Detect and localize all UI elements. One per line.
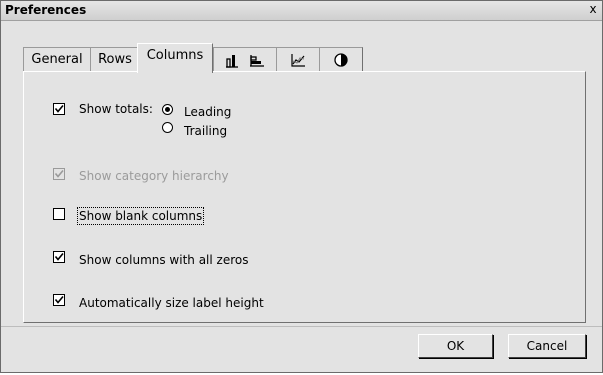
trailing-label: Trailing <box>184 124 228 138</box>
tab-line-chart[interactable] <box>276 47 319 71</box>
tab-general-label: General <box>31 52 83 67</box>
tab-pie-chart[interactable] <box>319 47 363 71</box>
window-title: Preferences <box>5 3 87 17</box>
divider <box>1 326 602 327</box>
show-totals-checkbox[interactable] <box>53 103 65 115</box>
tab-general[interactable]: General <box>23 47 90 71</box>
auto-size-checkbox[interactable] <box>53 294 65 306</box>
title-bar[interactable]: Preferences x <box>1 1 602 21</box>
category-hierarchy-label: Show category hierarchy <box>79 169 229 183</box>
trailing-radio[interactable] <box>162 122 173 133</box>
category-hierarchy-checkbox[interactable] <box>53 168 65 180</box>
pie-chart-icon <box>333 52 349 68</box>
bar-chart-vertical-icon <box>225 52 241 68</box>
blank-columns-label: Show blank columns <box>76 207 205 225</box>
auto-size-label: Automatically size label height <box>79 296 264 310</box>
tab-rows[interactable]: Rows <box>90 47 139 71</box>
cancel-button-label: Cancel <box>526 339 568 353</box>
tab-bar-charts[interactable] <box>213 47 276 71</box>
close-icon[interactable]: x <box>587 2 599 16</box>
all-zeros-label: Show columns with all zeros <box>79 253 249 267</box>
tab-rows-label: Rows <box>98 52 132 67</box>
ok-button-label: OK <box>446 339 465 353</box>
cancel-button[interactable]: Cancel <box>508 334 586 358</box>
blank-columns-checkbox[interactable] <box>53 208 65 220</box>
bar-chart-horizontal-icon <box>249 52 265 68</box>
leading-label: Leading <box>184 105 232 119</box>
tab-columns[interactable]: Columns <box>137 43 213 73</box>
line-chart-icon <box>290 52 306 68</box>
show-totals-label: Show totals: <box>79 102 153 116</box>
preferences-dialog: Preferences x General Rows Columns Show … <box>0 0 603 373</box>
all-zeros-checkbox[interactable] <box>53 251 65 263</box>
ok-button[interactable]: OK <box>418 334 493 358</box>
leading-radio[interactable] <box>162 104 173 115</box>
tab-columns-label: Columns <box>146 48 204 63</box>
